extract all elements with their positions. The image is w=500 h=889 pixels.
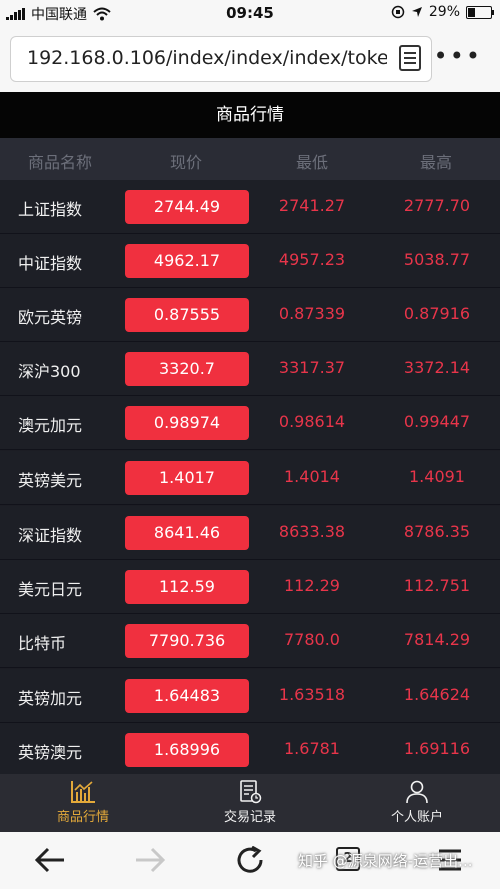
low-value: 1.4014 [284, 467, 340, 486]
tab-label: 商品行情 [56, 810, 109, 825]
url-field[interactable]: 192.168.0.106/index/index/index/token/..… [10, 36, 432, 82]
high-value: 0.99447 [403, 412, 471, 431]
low-value: 1.63518 [278, 685, 346, 704]
tab-trades[interactable]: 交易记录 [167, 774, 333, 832]
table-row[interactable]: 上证指数 2744.49 2741.27 2777.70 [0, 180, 500, 234]
product-name: 比特币 [18, 634, 67, 653]
url-text[interactable]: 192.168.0.106/index/index/index/token/..… [27, 47, 387, 69]
low-value: 3317.37 [278, 358, 346, 377]
price-badge: 7790.736 [125, 624, 249, 658]
product-name: 澳元加元 [18, 416, 83, 435]
product-name: 美元日元 [18, 580, 83, 599]
high-value: 0.87916 [403, 304, 471, 323]
low-value: 0.87339 [278, 304, 346, 323]
low-value: 4957.23 [278, 250, 346, 269]
price-badge: 2744.49 [125, 190, 249, 224]
high-value: 8786.35 [403, 522, 471, 541]
high-value: 3372.14 [403, 358, 471, 377]
table-row[interactable]: 中证指数 4962.17 4957.23 5038.77 [0, 234, 500, 288]
table-header: 商品名称 现价 最低 最高 [0, 138, 500, 180]
location-icon [411, 7, 422, 17]
table-row[interactable]: 深沪300 3320.7 3317.37 3372.14 [0, 342, 500, 396]
forward-arrow-icon[interactable] [134, 846, 166, 874]
table-row[interactable]: 英镑加元 1.64483 1.63518 1.64624 [0, 669, 500, 723]
price-badge: 3320.7 [125, 352, 249, 386]
column-header-low: 最低 [296, 153, 329, 172]
product-name: 英镑澳元 [18, 743, 83, 762]
app-tab-bar: 商品行情 交易记录 个人账户 [0, 774, 500, 832]
low-value: 0.98614 [278, 412, 346, 431]
column-header-name: 商品名称 [28, 153, 93, 172]
status-bar: 中国联通 09:45 29% [0, 0, 500, 26]
tab-label: 个人账户 [390, 810, 443, 825]
price-badge: 112.59 [125, 570, 249, 604]
price-badge: 0.98974 [125, 406, 249, 440]
watermark-text: 知乎 @源泉网络-运营出... [298, 852, 473, 870]
table-row[interactable]: 美元日元 112.59 112.29 112.751 [0, 560, 500, 614]
high-value: 1.64624 [403, 685, 471, 704]
product-name: 英镑美元 [18, 471, 83, 490]
product-name: 深沪300 [18, 362, 81, 381]
records-icon [240, 780, 262, 804]
low-value: 8633.38 [278, 522, 346, 541]
table-row[interactable]: 比特币 7790.736 7780.0 7814.29 [0, 614, 500, 668]
user-icon [406, 780, 428, 804]
reload-icon[interactable] [236, 846, 266, 874]
battery-icon [466, 5, 494, 19]
table-row[interactable]: 澳元加元 0.98974 0.98614 0.99447 [0, 396, 500, 450]
tab-label: 交易记录 [223, 810, 276, 825]
tab-account[interactable]: 个人账户 [334, 774, 500, 832]
product-name: 上证指数 [18, 200, 83, 219]
table-row[interactable]: 欧元英镑 0.87555 0.87339 0.87916 [0, 288, 500, 342]
price-badge: 4962.17 [125, 244, 249, 278]
product-name: 深证指数 [18, 526, 83, 545]
table-row[interactable]: 英镑美元 1.4017 1.4014 1.4091 [0, 451, 500, 505]
low-value: 2741.27 [278, 196, 346, 215]
price-badge: 0.87555 [125, 298, 249, 332]
price-badge: 1.64483 [125, 679, 249, 713]
table-row[interactable]: 英镑澳元 1.68996 1.6781 1.69116 [0, 723, 500, 777]
high-value: 2777.70 [403, 196, 471, 215]
column-header-high: 最高 [420, 153, 453, 172]
low-value: 1.6781 [284, 739, 340, 758]
browser-toolbar: 2 知乎 @源泉网络-运营出... [0, 832, 500, 889]
high-value: 5038.77 [403, 250, 471, 269]
price-badge: 1.68996 [125, 733, 249, 767]
low-value: 7780.0 [284, 630, 340, 649]
high-value: 112.751 [403, 576, 471, 595]
back-arrow-icon[interactable] [34, 846, 66, 874]
high-value: 1.69116 [403, 739, 471, 758]
page-title: 商品行情 [0, 92, 500, 138]
price-badge: 8641.46 [125, 516, 249, 550]
column-header-price: 现价 [170, 153, 203, 172]
tab-market[interactable]: 商品行情 [0, 774, 166, 832]
product-name: 欧元英镑 [18, 308, 83, 327]
low-value: 112.29 [284, 576, 340, 595]
orientation-lock-icon [391, 5, 405, 19]
product-name: 中证指数 [18, 254, 83, 273]
more-menu-button[interactable]: ••• [434, 44, 482, 68]
price-badge: 1.4017 [125, 461, 249, 495]
browser-address-bar: 192.168.0.106/index/index/index/token/..… [0, 26, 500, 92]
product-name: 英镑加元 [18, 689, 83, 708]
market-chart-icon [71, 781, 95, 803]
high-value: 1.4091 [409, 467, 465, 486]
reader-mode-icon[interactable] [399, 45, 421, 71]
high-value: 7814.29 [403, 630, 471, 649]
battery-percent: 29% [428, 4, 460, 20]
table-row[interactable]: 深证指数 8641.46 8633.38 8786.35 [0, 506, 500, 560]
